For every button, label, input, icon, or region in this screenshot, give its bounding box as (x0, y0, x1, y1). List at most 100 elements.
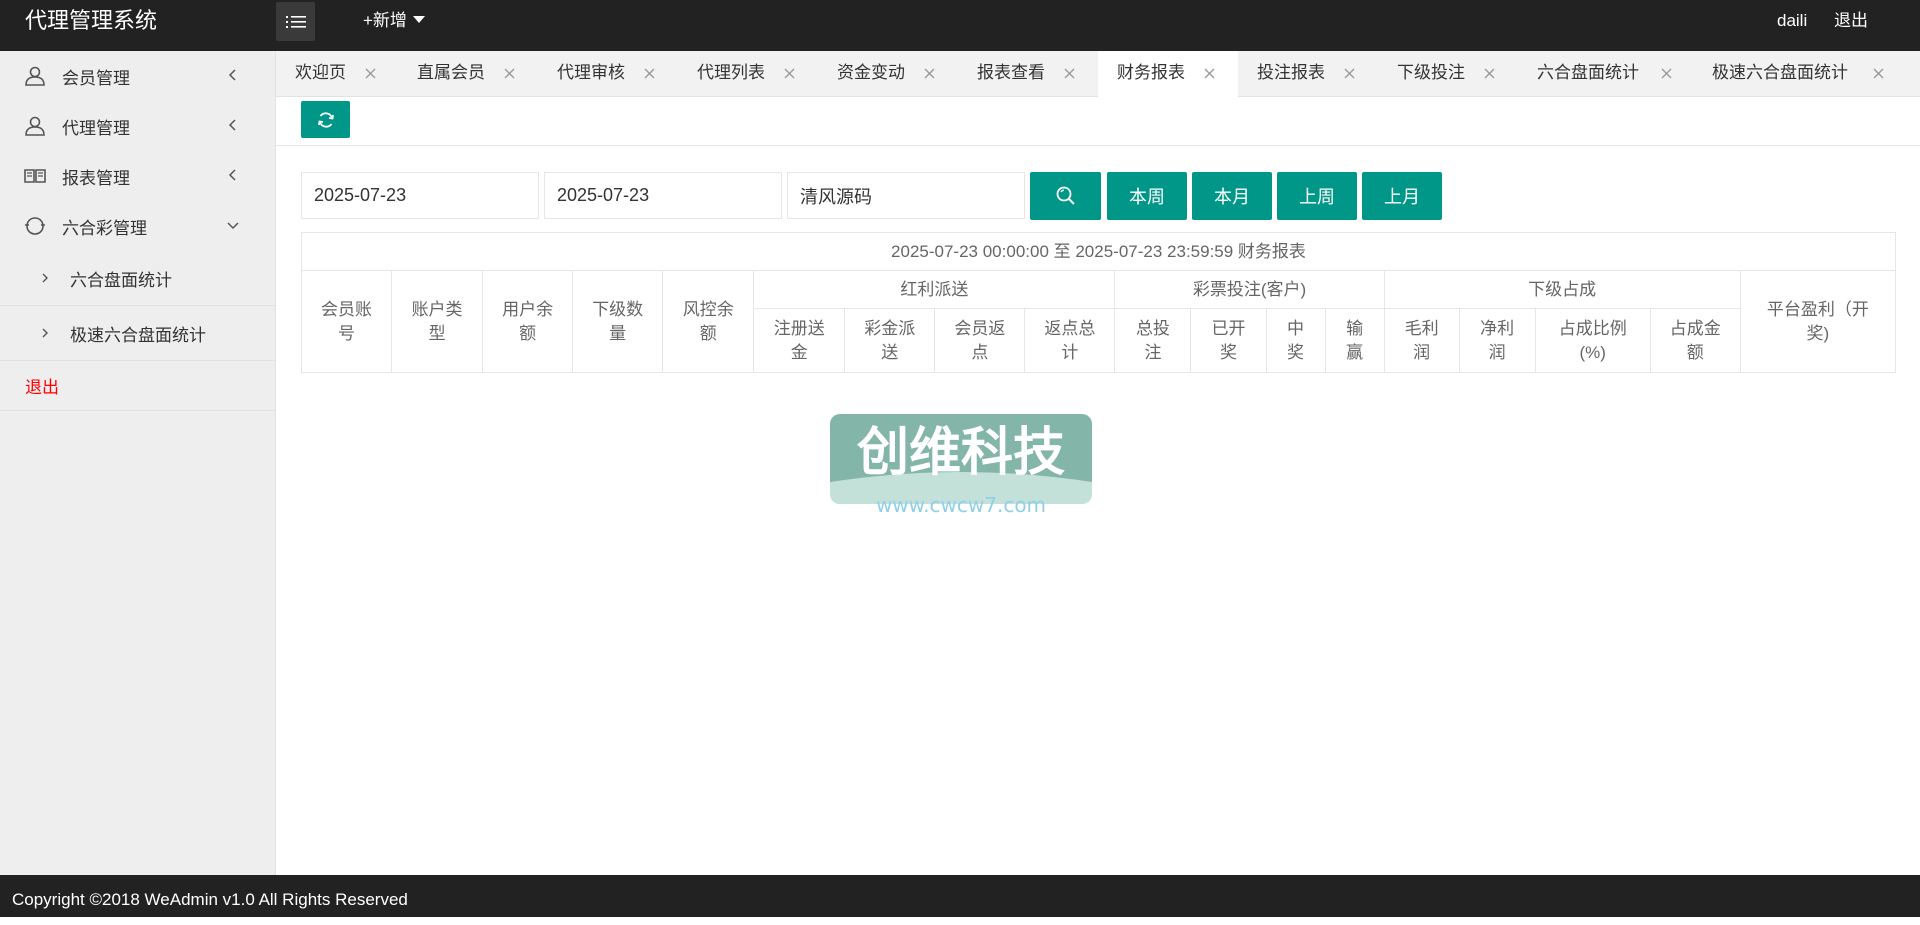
tab-label: 欢迎页 (295, 63, 346, 82)
sidebar-subitem-label: 六合盘面统计 (70, 270, 172, 290)
footer: Copyright ©2018 WeAdmin v1.0 All Rights … (0, 875, 1920, 917)
tab-fund-changes[interactable]: 资金变动 (837, 51, 935, 97)
top-header: 代理管理系统 +新增 daili 退出 (0, 0, 1920, 51)
col-rebate-total: 返点总计 (1024, 308, 1116, 373)
close-icon[interactable] (1872, 67, 1885, 80)
chevron-right-icon (42, 328, 48, 338)
watermark-brand-text: 创维科技 (856, 423, 1065, 483)
keyword-input[interactable] (787, 172, 1025, 219)
close-icon[interactable] (783, 67, 796, 80)
table-header-row-1: 会员账号 账户类型 用户余额 下级数量 风控余额 红利派送 彩票投注(客户) 下… (300, 270, 1897, 373)
sidebar-item-agents[interactable]: 代理管理 (0, 101, 275, 151)
tab-report-view[interactable]: 报表查看 (977, 51, 1075, 97)
group-share: 下级占成 (1383, 270, 1741, 309)
user-icon (25, 66, 45, 86)
close-icon[interactable] (1063, 67, 1076, 80)
close-icon[interactable] (643, 67, 656, 80)
tab-label: 六合盘面统计 (1537, 63, 1639, 82)
refresh-button[interactable] (301, 101, 350, 138)
col-risk-balance: 风控余额 (662, 270, 755, 373)
sidebar-logout[interactable]: 退出 (0, 361, 275, 411)
tab-label: 极速六合盘面统计 (1712, 63, 1848, 82)
logout-link[interactable]: 退出 (1834, 0, 1868, 42)
this-month-button[interactable]: 本月 (1192, 172, 1272, 220)
refresh-icon (317, 111, 334, 128)
list-icon (285, 15, 306, 28)
tab-label: 直属会员 (417, 63, 485, 82)
caret-down-icon (412, 16, 425, 23)
chevron-down-icon (227, 222, 239, 230)
col-jackpot: 彩金派送 (844, 308, 936, 373)
user-icon (25, 116, 45, 136)
tab-liuhe-stats[interactable]: 六合盘面统计 (1537, 51, 1672, 97)
lottery-icon (25, 217, 45, 235)
tab-label: 报表查看 (977, 63, 1045, 82)
sidebar-logout-label: 退出 (25, 378, 59, 397)
col-member-account: 会员账号 (300, 270, 393, 373)
brand-watermark: 创维科技 www.cwcw7.com (830, 414, 1092, 517)
sidebar-item-members[interactable]: 会员管理 (0, 51, 275, 101)
tab-label: 代理审核 (557, 63, 625, 82)
last-week-button[interactable]: 上周 (1277, 172, 1357, 220)
close-icon[interactable] (923, 67, 936, 80)
table-caption-row: 2025-07-23 00:00:00 至 2025-07-23 23:59:5… (301, 232, 1896, 271)
close-icon[interactable] (1203, 67, 1216, 80)
search-icon (1056, 186, 1075, 205)
chevron-right-icon (42, 273, 48, 283)
close-icon[interactable] (1483, 67, 1496, 80)
table-caption: 2025-07-23 00:00:00 至 2025-07-23 23:59:5… (301, 232, 1896, 271)
col-account-type: 账户类型 (391, 270, 484, 373)
search-button[interactable] (1030, 172, 1101, 220)
close-icon[interactable] (503, 67, 516, 80)
sidebar-item-label: 会员管理 (62, 68, 130, 88)
tab-welcome[interactable]: 欢迎页 (295, 51, 376, 97)
toolbar-divider (276, 145, 1920, 146)
sidebar-item-lottery[interactable]: 六合彩管理 (0, 201, 275, 251)
col-share-amount: 占成金额 (1649, 308, 1741, 373)
last-month-button[interactable]: 上月 (1362, 172, 1442, 220)
tab-bet-report[interactable]: 投注报表 (1257, 51, 1355, 97)
add-new-menu[interactable]: +新增 (363, 0, 425, 42)
col-sub-count: 下级数量 (572, 270, 664, 373)
menu-toggle-button[interactable] (276, 2, 315, 41)
chevron-left-icon (228, 169, 236, 181)
sidebar-subitem-liuhe-stats[interactable]: 六合盘面统计 (0, 251, 275, 306)
tab-label: 投注报表 (1257, 63, 1325, 82)
sidebar-item-reports[interactable]: 报表管理 (0, 151, 275, 201)
col-gross-profit: 毛利润 (1383, 308, 1460, 373)
tab-label: 代理列表 (697, 63, 765, 82)
this-week-button[interactable]: 本周 (1107, 172, 1187, 220)
chevron-left-icon (228, 69, 236, 81)
col-drawn: 已开奖 (1190, 308, 1267, 373)
tab-speed-liuhe-stats[interactable]: 极速六合盘面统计 (1712, 51, 1884, 97)
start-date-input[interactable] (301, 172, 539, 219)
sidebar-subitem-label: 极速六合盘面统计 (70, 325, 206, 345)
tab-label: 下级投注 (1397, 63, 1465, 82)
close-icon[interactable] (1343, 67, 1356, 80)
username[interactable]: daili (1777, 0, 1807, 42)
sidebar-item-label: 六合彩管理 (62, 218, 147, 238)
tab-sub-bets[interactable]: 下级投注 (1397, 51, 1495, 97)
col-win: 中奖 (1265, 308, 1326, 373)
book-icon (24, 169, 46, 183)
tab-direct-members[interactable]: 直属会员 (417, 51, 515, 97)
col-total-bets: 总投注 (1114, 308, 1192, 373)
sidebar-subitem-speed-liuhe-stats[interactable]: 极速六合盘面统计 (0, 306, 275, 361)
financial-report-table: 2025-07-23 00:00:00 至 2025-07-23 23:59:5… (300, 232, 1897, 373)
footer-copyright: Copyright ©2018 WeAdmin v1.0 All Rights … (12, 890, 408, 909)
col-reg-bonus: 注册送金 (753, 308, 846, 373)
col-win-loss: 输赢 (1324, 308, 1385, 373)
tab-agent-list[interactable]: 代理列表 (697, 51, 795, 97)
col-net-profit: 净利润 (1458, 308, 1536, 373)
tab-bar: 欢迎页 直属会员 代理审核 代理列表 资金变动 报表查看 财务报表 投注报表 下… (276, 51, 1920, 98)
watermark-url-text: www.cwcw7.com (876, 493, 1046, 517)
end-date-input[interactable] (544, 172, 782, 219)
col-platform-profit: 平台盈利（开奖) (1739, 270, 1897, 373)
chevron-left-icon (228, 119, 236, 131)
sidebar-item-label: 报表管理 (62, 168, 130, 188)
tab-agent-review[interactable]: 代理审核 (557, 51, 655, 97)
tab-financial-report[interactable]: 财务报表 (1098, 51, 1238, 98)
close-icon[interactable] (1660, 67, 1673, 80)
close-icon[interactable] (364, 67, 377, 80)
col-member-rebate: 会员返点 (934, 308, 1026, 373)
